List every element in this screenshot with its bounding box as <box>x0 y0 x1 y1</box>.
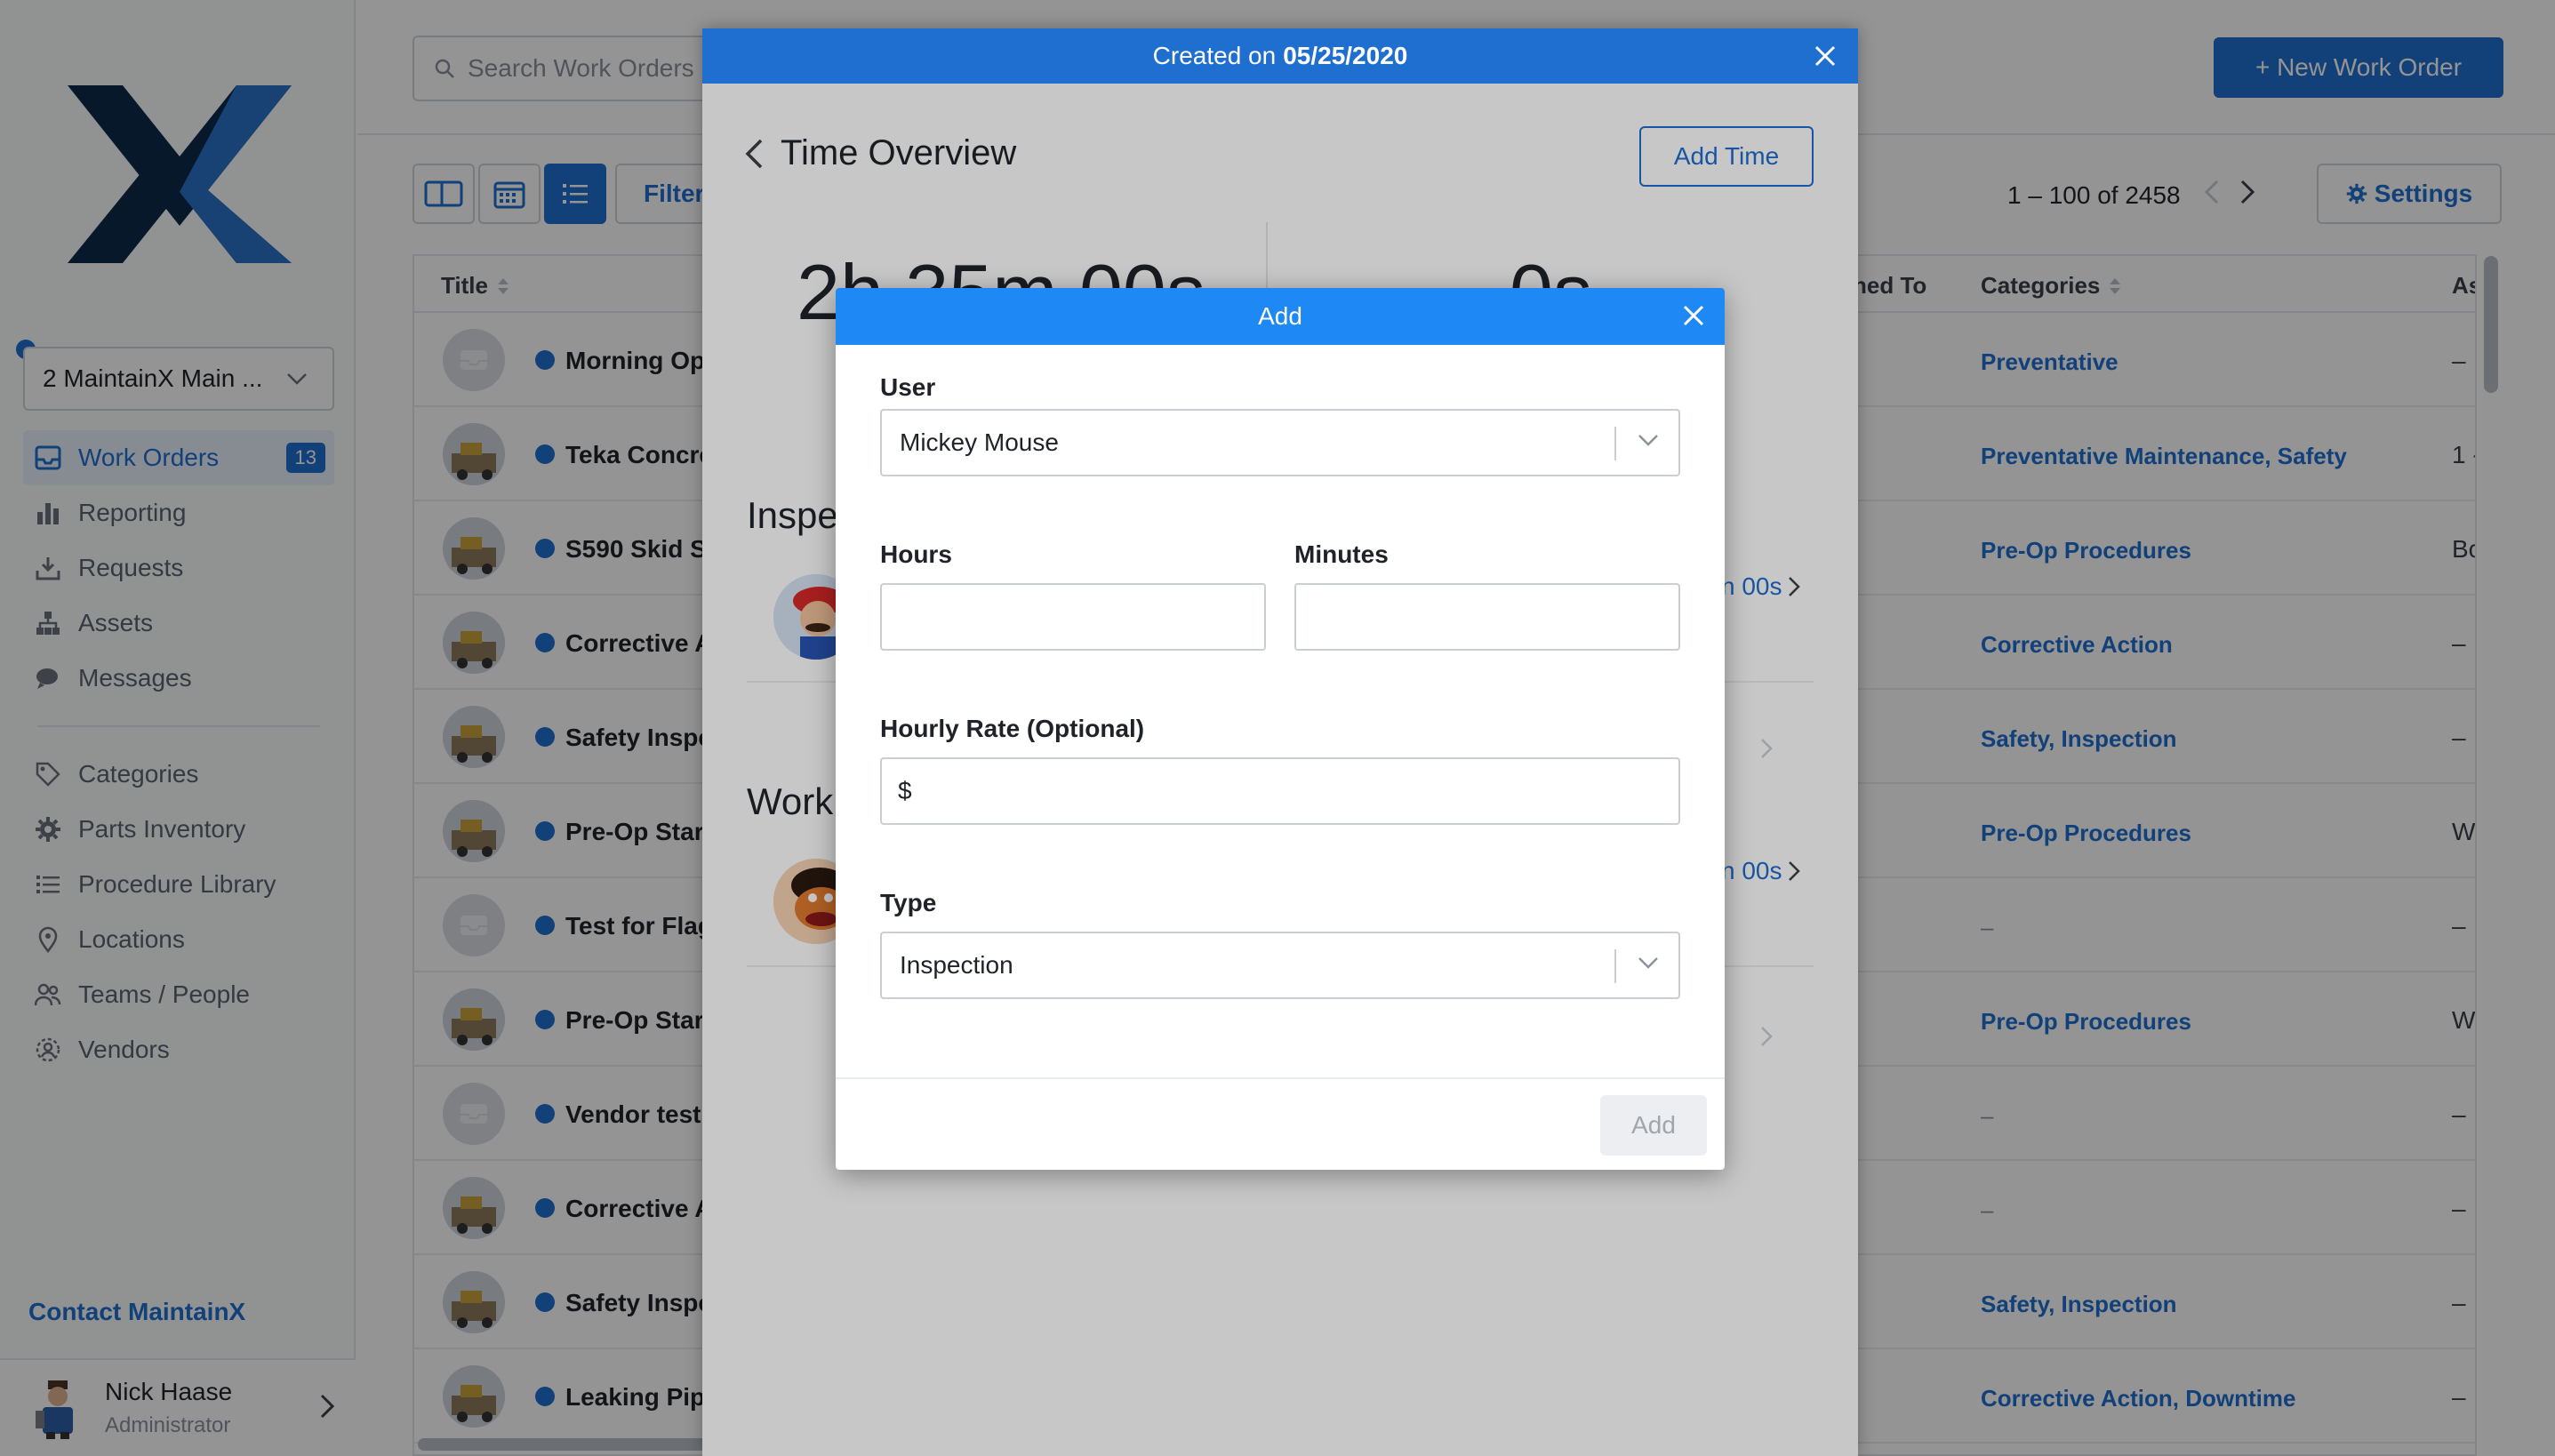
panel-header: Created on 05/25/2020 <box>702 28 1858 84</box>
hourly-rate-input[interactable]: $ <box>880 757 1680 825</box>
user-select[interactable]: Mickey Mouse <box>880 409 1680 476</box>
chevron-down-icon <box>1638 435 1658 446</box>
modal-footer: Add <box>836 1077 1725 1170</box>
user-label: User <box>880 373 936 401</box>
hours-input[interactable] <box>880 583 1266 651</box>
type-select-value: Inspection <box>900 951 1013 979</box>
hours-label: Hours <box>880 540 952 568</box>
close-icon[interactable] <box>1814 44 1837 74</box>
select-divider <box>1614 949 1616 983</box>
currency-prefix: $ <box>898 777 912 804</box>
modal-title: Add <box>1258 302 1302 330</box>
close-icon[interactable] <box>1682 304 1705 333</box>
chevron-down-icon <box>1638 957 1658 969</box>
add-time-modal: Add User Mickey Mouse Hours Minutes Hour… <box>836 288 1725 1170</box>
type-select[interactable]: Inspection <box>880 932 1680 999</box>
type-label: Type <box>880 889 937 916</box>
minutes-input[interactable] <box>1294 583 1680 651</box>
minutes-label: Minutes <box>1294 540 1389 568</box>
add-submit-button[interactable]: Add <box>1600 1095 1707 1156</box>
user-select-value: Mickey Mouse <box>900 428 1059 456</box>
select-divider <box>1614 427 1616 460</box>
hourly-rate-label: Hourly Rate (Optional) <box>880 715 1145 742</box>
created-on-date: 05/25/2020 <box>1283 42 1408 69</box>
created-on-label: Created on <box>1152 42 1277 69</box>
modal-header: Add <box>836 288 1725 345</box>
